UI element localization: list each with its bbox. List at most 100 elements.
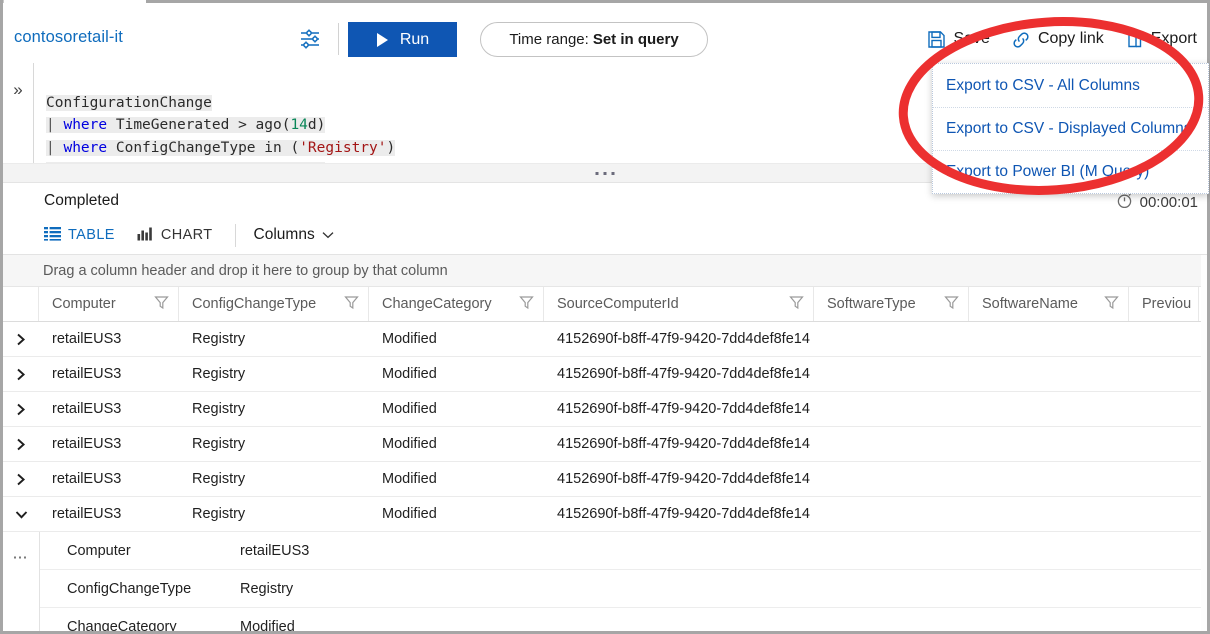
grid-header-label: Previou bbox=[1142, 296, 1191, 312]
group-by-hint: Drag a column header and drop it here to… bbox=[43, 263, 448, 279]
grid-header-row: ComputerConfigChangeType ChangeCategory So… bbox=[3, 287, 1202, 322]
table-cell: 4152690f-b8ff-47f9-9420-7dd4def8fe14 bbox=[544, 506, 814, 522]
chevron-right-icon[interactable] bbox=[3, 392, 39, 426]
detail-field-name: Computer bbox=[40, 543, 240, 559]
table-row[interactable]: retailEUS3RegistryModified4152690f-b8ff-… bbox=[3, 392, 1202, 427]
toolbar-separator bbox=[338, 23, 339, 55]
chevron-right-icon[interactable] bbox=[3, 462, 39, 496]
funnel-icon[interactable] bbox=[1104, 295, 1119, 314]
save-button[interactable]: Save bbox=[916, 22, 999, 56]
menu-item-label: Export to CSV - Displayed Columns bbox=[946, 120, 1192, 138]
time-range-picker[interactable]: Time range: Set in query bbox=[480, 22, 708, 57]
table-cell: 4152690f-b8ff-47f9-9420-7dd4def8fe14 bbox=[544, 366, 814, 382]
grid-header-cell[interactable]: Computer bbox=[39, 287, 179, 321]
table-cell: 4152690f-b8ff-47f9-9420-7dd4def8fe14 bbox=[544, 436, 814, 452]
table-row[interactable]: retailEUS3RegistryModified4152690f-b8ff-… bbox=[3, 427, 1202, 462]
table-cell: Registry bbox=[179, 401, 369, 417]
chevron-right-icon[interactable] bbox=[3, 322, 39, 356]
command-bar-right-group: Save Copy link bbox=[916, 22, 1207, 56]
workspace-name-link[interactable]: contosoretail-it bbox=[14, 28, 123, 47]
chevron-down-icon[interactable] bbox=[3, 497, 39, 531]
grid-header-label: ChangeCategory bbox=[382, 296, 492, 312]
columns-button-label: Columns bbox=[254, 226, 315, 244]
play-icon bbox=[376, 32, 391, 47]
export-icon bbox=[1124, 29, 1145, 50]
tab-chart[interactable]: CHART bbox=[137, 222, 235, 248]
export-button[interactable]: Export bbox=[1114, 22, 1207, 56]
results-grid: Drag a column header and drop it here to… bbox=[3, 255, 1202, 631]
table-cell: retailEUS3 bbox=[39, 471, 179, 487]
window-tab-area bbox=[0, 0, 146, 2]
grid-header-cell[interactable]: Previou bbox=[1129, 287, 1199, 321]
detail-field-value: Registry bbox=[240, 581, 1202, 597]
grid-header-label: SoftwareName bbox=[982, 296, 1078, 312]
grid-header-cell[interactable]: ConfigChangeType bbox=[179, 287, 369, 321]
funnel-icon[interactable] bbox=[154, 295, 169, 314]
screenshot-root: contosoretail-it bbox=[0, 0, 1210, 634]
detail-field-name: ChangeCategory bbox=[40, 619, 240, 632]
grid-header-cell[interactable]: SoftwareName bbox=[969, 287, 1129, 321]
double-chevron-right-icon[interactable]: » bbox=[8, 80, 28, 100]
run-button[interactable]: Run bbox=[348, 22, 457, 57]
detail-row: ConfigChangeTypeRegistry bbox=[40, 570, 1202, 608]
menu-item-export-csv-displayed[interactable]: Export to CSV - Displayed Columns bbox=[933, 107, 1208, 150]
table-cell: retailEUS3 bbox=[39, 401, 179, 417]
tab-table[interactable]: TABLE bbox=[44, 222, 137, 248]
grid-body: retailEUS3RegistryModified4152690f-b8ff-… bbox=[3, 322, 1202, 631]
query-settings-icon[interactable] bbox=[295, 24, 325, 54]
table-cell: Registry bbox=[179, 366, 369, 382]
save-icon bbox=[926, 29, 947, 50]
menu-item-export-csv-all[interactable]: Export to CSV - All Columns bbox=[933, 64, 1208, 107]
menu-item-export-powerbi[interactable]: Export to Power BI (M Query) bbox=[933, 150, 1208, 193]
tabs-separator bbox=[235, 224, 236, 247]
grid-header-cell[interactable]: ChangeCategory bbox=[369, 287, 544, 321]
grid-header-label: SoftwareType bbox=[827, 296, 916, 312]
table-cell: retailEUS3 bbox=[39, 506, 179, 522]
export-dropdown-menu: Export to CSV - All Columns Export to CS… bbox=[932, 63, 1209, 194]
detail-field-name: ConfigChangeType bbox=[40, 581, 240, 597]
table-cell: Registry bbox=[179, 506, 369, 522]
grid-vertical-scrollbar[interactable] bbox=[1201, 255, 1207, 631]
detail-field-value: retailEUS3 bbox=[240, 543, 1202, 559]
results-header: Completed 00:00:01 bbox=[3, 184, 1207, 255]
detail-field-list: ComputerretailEUS3 ConfigChangeTypeRegist… bbox=[40, 532, 1202, 631]
table-cell: Modified bbox=[369, 331, 544, 347]
query-duration-value: 00:00:01 bbox=[1140, 194, 1198, 211]
group-by-drop-zone[interactable]: Drag a column header and drop it here to… bbox=[3, 255, 1202, 287]
export-button-label: Export bbox=[1151, 30, 1197, 48]
tab-table-label: TABLE bbox=[68, 227, 115, 243]
funnel-icon[interactable] bbox=[944, 295, 959, 314]
table-cell: Modified bbox=[369, 366, 544, 382]
ellipsis-icon[interactable]: ⋯ bbox=[3, 532, 39, 631]
table-row[interactable]: retailEUS3RegistryModified4152690f-b8ff-… bbox=[3, 357, 1202, 392]
chevron-right-icon[interactable] bbox=[3, 427, 39, 461]
columns-button[interactable]: Columns bbox=[254, 222, 334, 248]
table-row[interactable]: retailEUS3RegistryModified4152690f-b8ff-… bbox=[3, 322, 1202, 357]
funnel-icon[interactable] bbox=[789, 295, 804, 314]
header-expand-spacer bbox=[3, 287, 39, 321]
table-cell: Registry bbox=[179, 331, 369, 347]
copy-link-button[interactable]: Copy link bbox=[1000, 22, 1114, 56]
table-cell: Registry bbox=[179, 436, 369, 452]
detail-field-value: Modified bbox=[240, 619, 1202, 632]
grid-header-cell[interactable]: SourceComputerId bbox=[544, 287, 814, 321]
funnel-icon[interactable] bbox=[344, 295, 359, 314]
results-view-tabs: TABLE CHART Columns bbox=[44, 222, 334, 248]
copy-link-button-label: Copy link bbox=[1038, 30, 1104, 48]
table-cell: 4152690f-b8ff-47f9-9420-7dd4def8fe14 bbox=[544, 331, 814, 347]
time-range-prefix: Time range: bbox=[509, 31, 588, 48]
chevron-right-icon[interactable] bbox=[3, 357, 39, 391]
table-row[interactable]: retailEUS3RegistryModified4152690f-b8ff-… bbox=[3, 497, 1202, 532]
query-status-text: Completed bbox=[44, 192, 119, 210]
menu-item-label: Export to CSV - All Columns bbox=[946, 77, 1140, 95]
query-duration: 00:00:01 bbox=[1116, 192, 1198, 213]
table-cell: Modified bbox=[369, 506, 544, 522]
detail-row: ChangeCategoryModified bbox=[40, 608, 1202, 631]
funnel-icon[interactable] bbox=[519, 295, 534, 314]
run-button-label: Run bbox=[400, 31, 429, 49]
resize-grip-icon bbox=[596, 172, 615, 175]
table-row[interactable]: retailEUS3RegistryModified4152690f-b8ff-… bbox=[3, 462, 1202, 497]
stopwatch-icon bbox=[1116, 192, 1133, 213]
grid-header-label: SourceComputerId bbox=[557, 296, 679, 312]
grid-header-cell[interactable]: SoftwareType bbox=[814, 287, 969, 321]
